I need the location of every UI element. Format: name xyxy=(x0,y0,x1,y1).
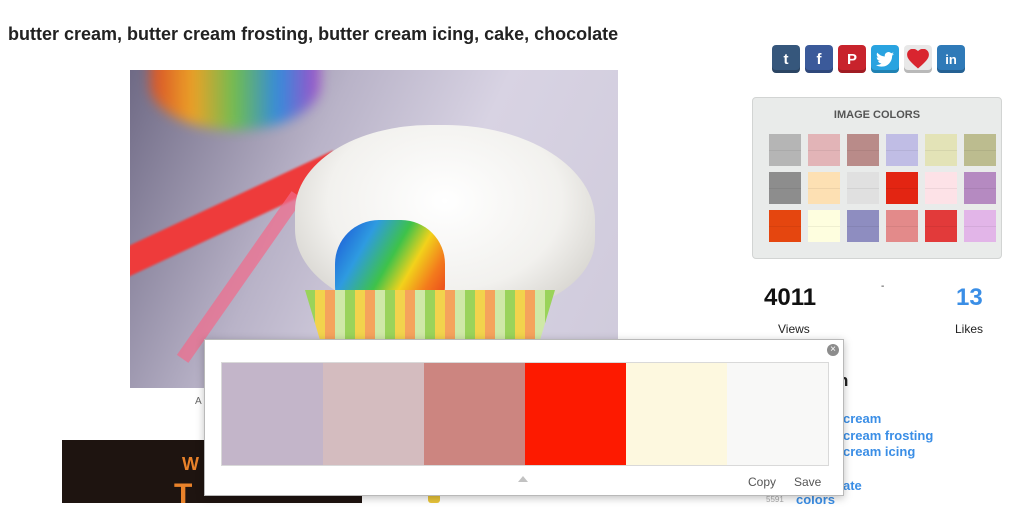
palette-bar xyxy=(221,362,829,466)
likes-count: 13 xyxy=(956,284,983,311)
copy-button[interactable]: Copy xyxy=(748,475,776,489)
image-colors-grid xyxy=(769,134,996,242)
color-swatch[interactable] xyxy=(886,210,918,242)
color-swatch[interactable] xyxy=(808,134,840,166)
tag-link[interactable]: cream frosting xyxy=(843,428,933,443)
save-button[interactable]: Save xyxy=(794,475,821,489)
color-swatch[interactable] xyxy=(964,134,996,166)
close-icon[interactable]: × xyxy=(827,344,839,356)
color-swatch[interactable] xyxy=(886,172,918,204)
color-swatch[interactable] xyxy=(925,172,957,204)
heart-icon[interactable] xyxy=(904,45,932,73)
ad-subheadline: T xyxy=(174,478,193,503)
palette-color[interactable] xyxy=(222,363,323,465)
color-swatch[interactable] xyxy=(808,210,840,242)
tag-link[interactable]: cream icing xyxy=(843,444,915,459)
color-swatch[interactable] xyxy=(769,172,801,204)
tumblr-icon[interactable]: t xyxy=(772,45,800,73)
color-swatch[interactable] xyxy=(886,134,918,166)
linkedin-glyph: in xyxy=(945,51,957,67)
color-swatch[interactable] xyxy=(925,210,957,242)
palette-color[interactable] xyxy=(626,363,727,465)
facebook-glyph: f xyxy=(816,50,822,68)
share-bar: t f P in xyxy=(772,45,965,73)
pinterest-glyph: P xyxy=(846,50,857,68)
stats-separator: - xyxy=(881,281,885,292)
heart-shape xyxy=(907,49,929,69)
ad-headline: W xyxy=(182,454,200,474)
views-count: 4011 xyxy=(764,284,817,311)
palette-color[interactable] xyxy=(323,363,424,465)
palette-color[interactable] xyxy=(525,363,626,465)
color-swatch[interactable] xyxy=(925,134,957,166)
likes-label: Likes xyxy=(955,322,984,336)
color-swatch[interactable] xyxy=(964,210,996,242)
palette-color[interactable] xyxy=(424,363,525,465)
tag-link[interactable]: cream xyxy=(843,411,881,426)
caret-up-icon xyxy=(518,476,528,482)
background-cupcake xyxy=(150,70,320,130)
color-swatch[interactable] xyxy=(847,172,879,204)
color-swatch[interactable] xyxy=(769,134,801,166)
twitter-icon[interactable] xyxy=(871,45,899,73)
color-swatch[interactable] xyxy=(847,134,879,166)
twitter-bird-shape xyxy=(876,51,894,67)
tag-link[interactable]: ate xyxy=(843,478,862,493)
image-colors-panel: IMAGE COLORS xyxy=(752,97,1002,259)
linkedin-icon[interactable]: in xyxy=(937,45,965,73)
color-swatch[interactable] xyxy=(808,172,840,204)
color-swatch[interactable] xyxy=(847,210,879,242)
color-swatch[interactable] xyxy=(769,210,801,242)
facebook-icon[interactable]: f xyxy=(805,45,833,73)
photo-caption: A xyxy=(195,396,202,407)
palette-popup: × Copy Save xyxy=(204,339,844,496)
image-colors-label: IMAGE COLORS xyxy=(833,109,921,121)
page-title: butter cream, butter cream frosting, but… xyxy=(8,24,619,44)
tumblr-glyph: t xyxy=(783,50,789,68)
palette-color[interactable] xyxy=(727,363,828,465)
color-swatch[interactable] xyxy=(964,172,996,204)
pinterest-icon[interactable]: P xyxy=(838,45,866,73)
views-label: Views xyxy=(778,322,810,336)
